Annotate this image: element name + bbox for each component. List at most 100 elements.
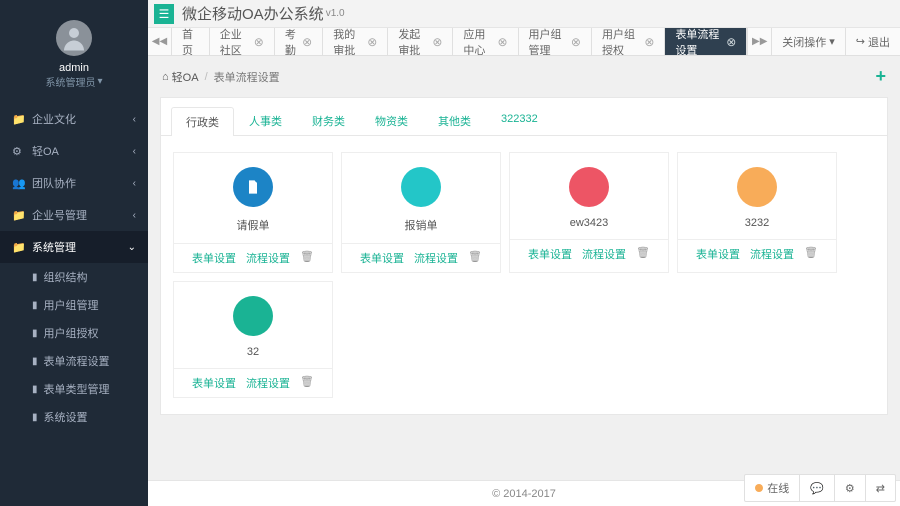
form-card: ew3423 表单设置流程设置 🗑 <box>509 152 669 273</box>
sidebar-item-label: 轻OA <box>32 143 59 159</box>
close-icon[interactable]: ⊗ <box>726 35 736 49</box>
card-circle-icon <box>401 167 441 207</box>
delete-icon[interactable]: 🗑 <box>636 246 650 262</box>
dock-online[interactable]: 在线 <box>745 475 800 501</box>
close-icon[interactable]: ⊗ <box>432 35 442 49</box>
chevron-down-icon: ⌄ <box>128 242 136 253</box>
tab-应用中心[interactable]: 应用中心 ⊗ <box>453 28 518 55</box>
tab-表单流程设置[interactable]: 表单流程设置⊗ <box>665 28 747 55</box>
app-title: 微企移动OA办公系统 <box>182 3 324 24</box>
nav-sub-org[interactable]: ▮组织结构 <box>0 263 148 291</box>
sidebar-item-label: 企业号管理 <box>32 207 87 223</box>
form-settings-link[interactable]: 表单设置 <box>192 375 236 391</box>
user-role-dropdown[interactable]: 系统管理员 ▾ <box>45 74 102 89</box>
tab-用户组管理[interactable]: 用户组管理 ⊗ <box>519 28 592 55</box>
category-tab[interactable]: 行政类 <box>171 107 234 136</box>
flow-settings-link[interactable]: 流程设置 <box>582 246 626 262</box>
chevron-left-icon: ‹ <box>133 178 136 189</box>
delete-icon[interactable]: 🗑 <box>468 250 482 266</box>
sidebar-item-team[interactable]: 👥 团队协作 ‹ <box>0 167 148 199</box>
card-title: 报销单 <box>342 217 500 233</box>
nav-sub-userauth[interactable]: ▮用户组授权 <box>0 319 148 347</box>
form-settings-link[interactable]: 表单设置 <box>696 246 740 262</box>
category-tab[interactable]: 物资类 <box>360 106 423 135</box>
sidebar-toggle-button[interactable]: ☰ <box>154 4 174 24</box>
form-settings-link[interactable]: 表单设置 <box>192 250 236 266</box>
nav-sub-usergroup[interactable]: ▮用户组管理 <box>0 291 148 319</box>
breadcrumb-home[interactable]: ⌂ 轻OA <box>162 69 199 85</box>
topbar: ☰ 微企移动OA办公系统 v1.0 <box>148 0 900 28</box>
sidebar-item-culture[interactable]: 📁 企业文化 ‹ <box>0 103 148 135</box>
tab-label: 用户组授权 <box>602 28 640 55</box>
tab-用户组授权[interactable]: 用户组授权 ⊗ <box>592 28 665 55</box>
tab-考勤[interactable]: 考勤⊗ <box>275 28 323 55</box>
tab-label: 我的审批 <box>333 28 363 55</box>
add-button[interactable]: + <box>875 66 886 87</box>
folder-icon: 📁 <box>12 241 24 254</box>
category-tab[interactable]: 其他类 <box>423 106 486 135</box>
close-icon[interactable]: ⊗ <box>367 35 377 49</box>
tab-label: 应用中心 <box>463 28 493 55</box>
nav-sub-formtype[interactable]: ▮表单类型管理 <box>0 375 148 403</box>
sidebar: admin 系统管理员 ▾ 📁 企业文化 ‹ ⚙ 轻OA ‹ 👥 团队协作 ‹ … <box>0 0 148 506</box>
card-title: 请假单 <box>174 217 332 233</box>
card-circle-icon <box>233 167 273 207</box>
close-icon[interactable]: ⊗ <box>644 35 654 49</box>
tab-scroll-left[interactable]: ◀◀ <box>148 28 172 55</box>
tab-close-ops[interactable]: 关闭操作 ▾ <box>771 28 845 55</box>
dock-swap[interactable]: ⇄ <box>866 475 895 501</box>
sidebar-item-system[interactable]: 📁 系统管理 ⌄ <box>0 231 148 263</box>
category-tabs: 行政类人事类财务类物资类其他类322332 <box>161 98 887 136</box>
sidebar-item-lightoa[interactable]: ⚙ 轻OA ‹ <box>0 135 148 167</box>
form-settings-link[interactable]: 表单设置 <box>528 246 572 262</box>
nav-sub-syssettings[interactable]: ▮系统设置 <box>0 403 148 431</box>
avatar[interactable] <box>56 20 92 56</box>
tab-发起审批[interactable]: 发起审批⊗ <box>388 28 453 55</box>
category-tab[interactable]: 人事类 <box>234 106 297 135</box>
tab-我的审批[interactable]: 我的审批 ⊗ <box>323 28 388 55</box>
tab-企业社区[interactable]: 企业社区⊗ <box>210 28 275 55</box>
caret-down-icon: ▾ <box>97 76 102 87</box>
flow-settings-link[interactable]: 流程设置 <box>246 375 290 391</box>
delete-icon[interactable]: 🗑 <box>804 246 818 262</box>
breadcrumb-current: 表单流程设置 <box>214 69 280 85</box>
status-dot-icon <box>755 484 763 492</box>
cards-grid: 请假单表单设置流程设置🗑报销单表单设置流程设置🗑ew3423表单设置流程设置🗑3… <box>161 136 887 414</box>
breadcrumb-separator: / <box>205 71 208 83</box>
exit-button[interactable]: ↪ 退出 <box>845 28 900 55</box>
tab-首页[interactable]: 首页 <box>172 28 210 55</box>
close-icon[interactable]: ⊗ <box>254 35 264 49</box>
category-tab[interactable]: 财务类 <box>297 106 360 135</box>
close-icon[interactable]: ⊗ <box>302 35 312 49</box>
flow-settings-link[interactable]: 流程设置 <box>750 246 794 262</box>
card-circle-icon <box>233 296 273 336</box>
dock-settings[interactable]: ⚙ <box>835 475 866 501</box>
close-icon[interactable]: ⊗ <box>571 35 581 49</box>
nav-sub-formflow[interactable]: ▮表单流程设置 <box>0 347 148 375</box>
home-icon: ⌂ <box>162 71 169 83</box>
card-title: ew3423 <box>510 217 668 229</box>
tabbar: ◀◀ 首页企业社区⊗考勤⊗我的审批⊗发起审批⊗应用中心⊗用户组管理⊗用户组授权⊗… <box>148 28 900 56</box>
file-icon: ▮ <box>32 272 38 283</box>
dock-chat[interactable]: 💬 <box>800 475 835 501</box>
copyright: © 2014-2017 <box>492 488 556 500</box>
chevron-left-icon: ‹ <box>133 114 136 125</box>
category-tab[interactable]: 322332 <box>486 106 553 135</box>
flow-settings-link[interactable]: 流程设置 <box>414 250 458 266</box>
file-icon: ▮ <box>32 300 38 311</box>
card-footer: 表单设置流程设置 🗑 <box>174 368 332 397</box>
close-icon[interactable]: ⊗ <box>497 35 507 49</box>
swap-icon: ⇄ <box>876 482 885 495</box>
team-icon: 👥 <box>12 177 24 190</box>
tab-scroll-right[interactable]: ▶▶ <box>747 28 771 55</box>
gear-icon: ⚙ <box>12 145 24 158</box>
flow-settings-link[interactable]: 流程设置 <box>246 250 290 266</box>
form-settings-link[interactable]: 表单设置 <box>360 250 404 266</box>
tab-label: 用户组管理 <box>529 28 567 55</box>
form-card: 32表单设置流程设置🗑 <box>173 281 333 398</box>
sidebar-item-enterprise[interactable]: 📁 企业号管理 ‹ <box>0 199 148 231</box>
delete-icon[interactable]: 🗑 <box>300 375 314 391</box>
delete-icon[interactable]: 🗑 <box>300 250 314 266</box>
card-footer: 表单设置流程设置 🗑 <box>510 239 668 268</box>
chevron-left-icon: ‹ <box>133 210 136 221</box>
